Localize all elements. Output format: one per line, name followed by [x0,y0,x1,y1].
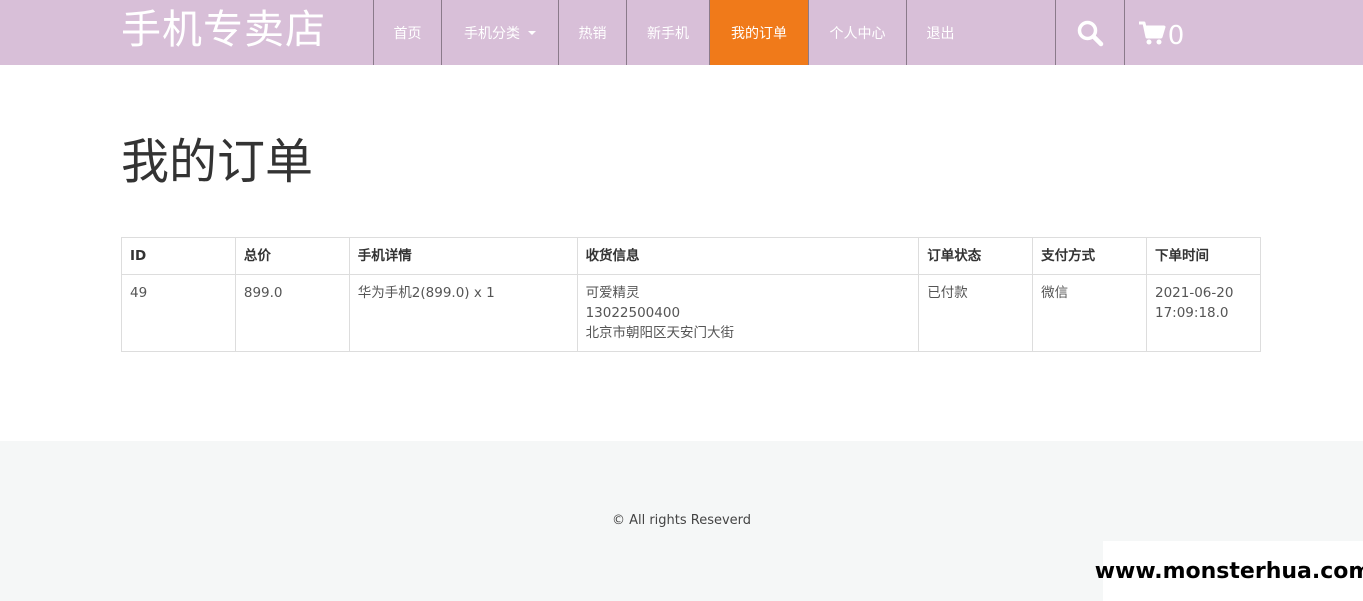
nav-categories[interactable]: 手机分类 [441,0,558,65]
nav-new-phones[interactable]: 新手机 [626,0,709,65]
order-details: 华为手机2(899.0) x 1 [348,274,578,352]
nav-hot-label: 热销 [578,25,607,42]
table-header-row: ID 总价 手机详情 收货信息 订单状态 支付方式 下单时间 [121,237,1262,275]
nav-logout[interactable]: 退出 [906,0,974,65]
cart-icon [1138,21,1166,44]
caret-down-icon [528,30,536,35]
nav-my-orders-label: 我的订单 [731,25,787,42]
order-id: 49 [121,274,236,352]
col-shipping: 收货信息 [576,237,920,275]
col-payment: 支付方式 [1032,237,1147,275]
nav-my-orders[interactable]: 我的订单 [709,0,808,65]
search-button[interactable] [1055,0,1125,65]
cart-button[interactable]: 0 [1126,0,1196,65]
cart-count: 0 [1167,20,1185,51]
receiver-phone: 13022500400 [585,305,681,321]
order-shipping: 可爱精灵 13022500400 北京市朝阳区天安门大街 [576,274,920,352]
nav-new-phones-label: 新手机 [647,25,689,42]
order-time: 2021-06-20 17:09:18.0 [1145,274,1262,352]
receiver-name: 可爱精灵 [585,285,640,301]
col-details: 手机详情 [348,237,578,275]
page-title: 我的订单 [121,134,314,190]
nav-profile[interactable]: 个人中心 [808,0,906,65]
col-status: 订单状态 [918,237,1034,275]
nav-categories-label: 手机分类 [464,25,520,42]
col-id: ID [121,237,236,275]
order-status: 已付款 [918,274,1034,352]
nav-home-label: 首页 [393,25,422,42]
nav-profile-label: 个人中心 [829,25,886,42]
brand-logo[interactable]: 手机专卖店 [121,4,326,56]
top-navbar: 手机专卖店 首页 手机分类 热销 新手机 我的订单 个人中心 退出 0 [0,0,1363,65]
col-total: 总价 [234,237,350,275]
nav-home[interactable]: 首页 [373,0,441,65]
nav-logout-label: 退出 [926,25,955,42]
table-row: 49 899.0 华为手机2(899.0) x 1 可爱精灵 130225004… [121,274,1262,352]
order-payment: 微信 [1032,274,1147,352]
order-date: 2021-06-20 [1154,285,1234,301]
watermark: www.monsterhua.com [1095,541,1363,601]
main-nav: 首页 手机分类 热销 新手机 我的订单 个人中心 退出 [373,0,974,65]
order-total: 899.0 [234,274,350,352]
nav-hot[interactable]: 热销 [558,0,626,65]
receiver-address: 北京市朝阳区天安门大街 [585,325,735,341]
copyright-text: © All rights Reseverd [611,513,752,528]
order-clock: 17:09:18.0 [1154,305,1229,321]
orders-table: ID 总价 手机详情 收货信息 订单状态 支付方式 下单时间 49 899.0 … [121,237,1262,352]
search-icon [1077,20,1104,46]
col-time: 下单时间 [1145,237,1262,275]
